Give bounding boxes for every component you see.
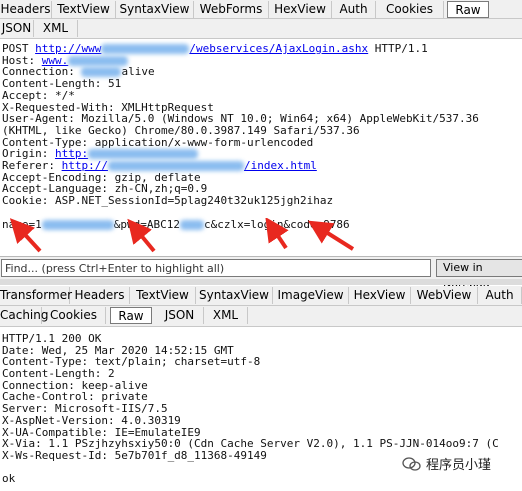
- tab-response-cookies[interactable]: Cookies: [42, 307, 106, 324]
- tab-request-webforms[interactable]: WebForms: [194, 1, 269, 18]
- redacted-blur: [81, 67, 122, 78]
- request-url-path[interactable]: /webservices/AjaxLogin.ashx: [189, 42, 368, 55]
- response-line: Content-Length: 2: [2, 367, 115, 381]
- wechat-icon: [402, 457, 421, 471]
- response-line: [2, 462, 499, 474]
- redacted-blur: [101, 44, 190, 54]
- annotation-arrows: [9, 218, 355, 253]
- tab-request-hexview[interactable]: HexView: [269, 1, 332, 18]
- arrow-name: [9, 218, 42, 253]
- tab-request-json[interactable]: JSON: [0, 20, 34, 37]
- redacted-blur: [107, 161, 244, 172]
- view-in-notepad-button[interactable]: View in Notepad: [436, 259, 522, 290]
- tab-request-auth[interactable]: Auth: [332, 1, 376, 18]
- arrow-code: [307, 220, 355, 251]
- response-tabs-row1: Transformer Headers TextView SyntaxView …: [0, 286, 522, 306]
- tab-response-webview[interactable]: WebView: [411, 287, 478, 304]
- tab-response-syntaxview[interactable]: SyntaxView: [196, 287, 273, 304]
- tab-request-syntaxview[interactable]: SyntaxView: [116, 1, 194, 18]
- request-tabs-row1: Headers TextView SyntaxView WebForms Hex…: [0, 0, 522, 19]
- watermark-text: 程序员小瑾: [426, 458, 492, 473]
- referer-link-end[interactable]: /index.html: [244, 159, 317, 172]
- tab-response-json[interactable]: JSON: [156, 307, 204, 324]
- response-line: X-AspNet-Version: 4.0.30319: [2, 413, 181, 427]
- tab-response-transformer[interactable]: Transformer: [0, 287, 72, 304]
- tab-request-cookies[interactable]: Cookies: [376, 1, 444, 18]
- tab-response-auth[interactable]: Auth: [478, 287, 522, 304]
- tab-request-textview[interactable]: TextView: [52, 1, 116, 18]
- tab-request-headers[interactable]: Headers: [0, 1, 52, 18]
- request-tabs-row2: JSON XML: [0, 19, 522, 39]
- request-raw-text: POST http://www/webservices/AjaxLogin.as…: [2, 43, 479, 230]
- tab-response-imageview[interactable]: ImageView: [273, 287, 349, 304]
- tab-request-raw[interactable]: Raw: [447, 1, 489, 18]
- tab-response-headers[interactable]: Headers: [70, 287, 130, 304]
- tab-response-textview[interactable]: TextView: [130, 287, 196, 304]
- redacted-blur: [68, 55, 129, 66]
- tab-response-xml[interactable]: XML: [204, 307, 248, 324]
- redacted-blur: [88, 149, 199, 160]
- tab-request-xml[interactable]: XML: [34, 20, 78, 37]
- response-line: HTTP/1.1 200 OK: [2, 332, 102, 345]
- tab-response-hexview[interactable]: HexView: [349, 287, 411, 304]
- find-input[interactable]: Find... (press Ctrl+Enter to highlight a…: [1, 259, 431, 277]
- find-bar: Find... (press Ctrl+Enter to highlight a…: [0, 256, 522, 290]
- response-line: X-Ws-Request-Id: 5e7b701f_d8_11368-49149: [2, 448, 267, 462]
- response-line: ok: [2, 472, 16, 486]
- tab-response-caching[interactable]: Caching: [0, 307, 49, 324]
- tab-response-raw[interactable]: Raw: [110, 307, 152, 324]
- response-tabs-row2: Caching Cookies Raw JSON XML: [0, 306, 522, 327]
- cookie-header: Cookie: ASP.NET_SessionId=5plag240t32uk1…: [2, 194, 334, 208]
- arrow-pwd: [127, 218, 156, 253]
- arrow-czlx: [265, 218, 289, 250]
- pane-splitter[interactable]: [0, 279, 522, 285]
- response-raw-text: HTTP/1.1 200 OK Date: Wed, 25 Mar 2020 14…: [2, 333, 499, 485]
